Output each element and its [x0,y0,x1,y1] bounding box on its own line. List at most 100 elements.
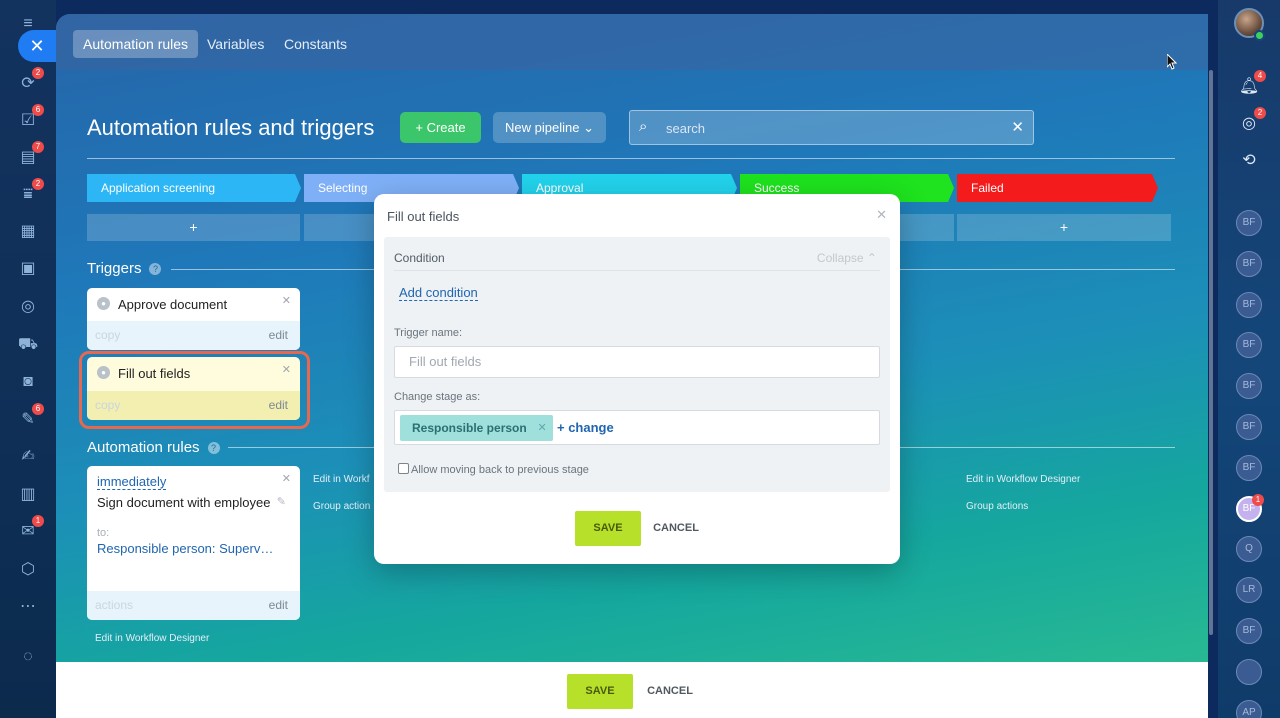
help-icon[interactable]: ? [149,263,162,275]
allow-back-checkbox[interactable] [398,463,409,474]
trigger-name-label: Trigger name: [394,327,463,339]
save-button[interactable]: SAVE [567,674,633,709]
message-icon[interactable]: ⟲ [1238,150,1260,172]
avatar-initials: BF [1242,217,1256,228]
tag-remove-icon[interactable]: ✕ [537,415,546,441]
group-actions-link[interactable]: Group action [313,501,370,512]
notifications-badge: 4 [1254,70,1266,82]
search-input[interactable] [666,119,996,137]
close-icon[interactable]: ✕ [282,472,291,485]
pipeline-dropdown[interactable]: New pipeline ⌄ [493,112,606,143]
clear-icon[interactable]: ✕ [1011,118,1024,136]
trigger-settings-dialog: Fill out fields ✕ Condition Collapse ⌃ A… [374,194,900,564]
edit-workflow-link[interactable]: Edit in Workflow Designer [966,474,1080,485]
flow-glyph: ⟳ [21,75,35,92]
collapse-toggle[interactable]: Collapse ⌃ [817,251,877,265]
spiral-icon[interactable]: ◎ 2 [1238,107,1266,135]
rule-to-value[interactable]: Responsible person: Superv… [97,541,273,556]
rule-card[interactable]: immediately ✕ Sign document with employe… [87,466,300,620]
stage-add-button[interactable] [894,214,954,241]
box-icon[interactable]: ⬡ [17,559,39,581]
crm-icon[interactable]: ▤ 7 [17,141,44,169]
calendar-glyph: ▦ [20,223,36,240]
stage-failed[interactable]: Failed [957,174,1158,202]
edit-workflow-link[interactable]: Edit in Workf [313,474,370,485]
more-glyph: ⋯ [20,598,36,615]
avatar-initials: BF [1242,462,1256,473]
edit-link[interactable]: edit [269,591,288,620]
left-sidebar: ✕ ≡ ⟳ 2 ☑ 6 ▤ 7 ⩸ 2 ▦ ▣ ◎ ⛟ ◙ ✎ 6 ✍ ▥ ✉ 1 ⬡ ⋯ ◌ [0,0,56,718]
cart-glyph: ⛟ [17,336,39,353]
sign-icon[interactable]: ✎ 6 [17,403,44,431]
trigger-name-input[interactable] [409,354,869,369]
contact-avatar[interactable]: LR [1236,577,1262,603]
change-link[interactable]: + change [557,420,614,435]
menu-icon[interactable]: ≡ [17,13,39,35]
counter-badge: 2 [32,67,44,79]
search-icon: ⌕ [639,118,648,135]
avatar-initials: AP [1242,707,1256,718]
avatar-initials: LR [1242,584,1256,595]
contact-avatar[interactable]: BF [1236,618,1262,644]
funnel-icon[interactable]: ⩸ 2 [17,178,44,206]
pen-icon[interactable]: ✍ [17,446,39,468]
contact-avatar[interactable]: BF [1236,414,1262,440]
camera-icon[interactable]: ◙ [17,371,39,393]
stage-application-screening[interactable]: Application screening [87,174,301,202]
cart-icon[interactable]: ⛟ [17,334,39,356]
triggers-title: Triggers? [87,260,162,277]
rule-timing-link[interactable]: immediately [97,474,167,490]
actions-link[interactable]: actions [95,591,133,620]
calendar-icon[interactable]: ▦ [17,221,39,243]
help-icon[interactable]: ? [207,442,220,454]
stage-add-button[interactable]: + [87,214,300,241]
tab-variables[interactable]: Variables [197,30,274,58]
settings-icon[interactable]: ◌ [17,646,39,668]
analytics-icon[interactable]: ▥ [17,484,39,506]
tasks-icon[interactable]: ☑ 6 [17,104,44,132]
contact-avatar[interactable]: BF [1236,251,1262,277]
trigger-name-field [394,346,880,378]
contact-avatar[interactable]: BF [1236,455,1262,481]
dialog-cancel-button[interactable]: CANCEL [647,511,705,546]
edit-link[interactable]: edit [269,321,288,350]
counter-badge: 6 [32,104,44,116]
header-divider [87,158,1175,159]
add-condition-link[interactable]: Add condition [399,285,478,301]
dialog-save-button[interactable]: SAVE [575,511,641,546]
scrollbar[interactable] [1209,70,1213,635]
contact-avatar[interactable] [1236,659,1262,685]
contact-avatar[interactable]: BF 1 [1236,494,1264,522]
more-icon[interactable]: ⋯ [17,596,39,618]
contact-avatar[interactable]: BF [1236,210,1262,236]
avatar-initials: BF [1242,380,1256,391]
bell-icon[interactable]: 🔔︎ 4 [1238,70,1266,98]
search-box: ⌕ ✕ [629,110,1034,145]
contact-avatar[interactable]: BF [1236,373,1262,399]
trigger-card[interactable]: ● Approve document ✕ copy edit [87,288,300,350]
stage-add-button[interactable] [304,214,379,241]
contact-avatar[interactable]: Q [1236,536,1262,562]
bottom-action-bar: SAVE CANCEL [56,662,1208,718]
flow-icon[interactable]: ⟳ 2 [17,67,44,95]
counter-badge: 7 [32,141,44,153]
inbox-icon[interactable]: ▣ [17,258,39,280]
avatar-initials: Q [1245,543,1253,554]
cancel-button[interactable]: CANCEL [642,674,698,709]
tasks-glyph: ☑ [20,112,36,129]
create-button[interactable]: + Create [400,112,481,143]
contact-avatar[interactable]: BF [1236,292,1262,318]
mail-icon[interactable]: ✉ 1 [17,515,44,543]
edit-workflow-link[interactable]: Edit in Workflow Designer [95,633,209,644]
tab-constants[interactable]: Constants [274,30,357,58]
close-icon[interactable]: ✕ [876,207,887,223]
contact-avatar[interactable]: AP [1236,700,1262,718]
close-icon[interactable]: ✕ [282,294,291,307]
copy-link[interactable]: copy [95,321,120,350]
group-actions-link[interactable]: Group actions [966,501,1028,512]
pencil-icon[interactable]: ✎ [277,495,286,508]
contact-avatar[interactable]: BF [1236,332,1262,358]
stage-add-button[interactable]: + [957,214,1171,241]
target-icon[interactable]: ◎ [17,296,39,318]
tab-automation-rules[interactable]: Automation rules [73,30,199,58]
